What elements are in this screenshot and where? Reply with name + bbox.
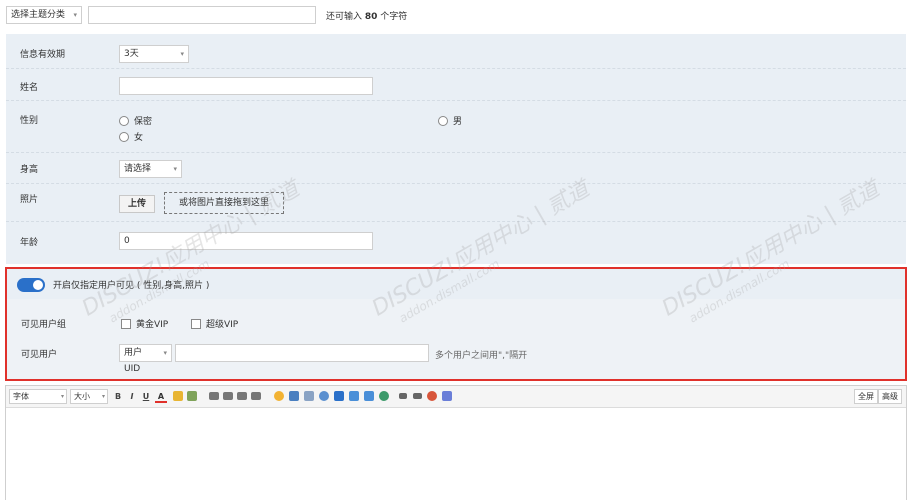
gender-option-female[interactable]: 女 xyxy=(119,130,143,143)
size-select-label: 大小 xyxy=(74,392,90,401)
group-label: 黄金VIP xyxy=(136,320,169,330)
gender-option-secret[interactable]: 保密 xyxy=(119,114,152,127)
italic-button[interactable]: I xyxy=(126,390,138,403)
chevron-down-icon: ▾ xyxy=(60,393,64,400)
users-input[interactable] xyxy=(175,344,429,362)
chevron-down-icon: ▾ xyxy=(73,11,77,19)
gender-option-label: 女 xyxy=(134,133,144,143)
validity-label: 信息有效期 xyxy=(20,50,66,60)
chevron-down-icon: ▾ xyxy=(173,165,177,173)
rich-text-editor: 字体 ▾ 大小 ▾ B I U A 全屏 高级 xyxy=(5,385,907,500)
size-select[interactable]: 大小 ▾ xyxy=(70,389,108,404)
code-icon[interactable] xyxy=(413,393,422,399)
photo-row: 照片 上传 或将图片直接拖到这里 xyxy=(6,184,906,222)
category-select[interactable]: 选择主题分类 ▾ xyxy=(6,6,82,24)
radio-icon xyxy=(438,115,448,126)
visibility-header: 开启仅指定用户可见 ( 性别,身高,照片 ) xyxy=(7,269,905,299)
font-select[interactable]: 字体 ▾ xyxy=(9,389,67,404)
age-label: 年龄 xyxy=(20,238,39,248)
photo-dropzone[interactable]: 或将图片直接拖到这里 xyxy=(164,192,284,214)
name-input[interactable] xyxy=(119,77,373,95)
hide-content-icon[interactable] xyxy=(427,391,437,401)
emoji-icon[interactable] xyxy=(274,391,284,401)
char-count-hint: 还可输入 80 个字符 xyxy=(326,9,407,22)
visibility-panel: 开启仅指定用户可见 ( 性别,身高,照片 ) 可见用户组 黄金VIP 超级VIP… xyxy=(5,267,907,381)
highlight-icon[interactable] xyxy=(173,391,183,401)
name-label: 姓名 xyxy=(20,83,39,93)
title-input[interactable] xyxy=(88,6,316,24)
advanced-button[interactable]: 高级 xyxy=(878,389,902,404)
currency-icon[interactable] xyxy=(334,391,344,401)
link-icon[interactable] xyxy=(187,391,197,401)
user-type-value: 用户UID xyxy=(124,348,143,374)
users-label: 可见用户 xyxy=(21,350,58,360)
group-gold-vip-checkbox[interactable]: 黄金VIP xyxy=(121,317,168,330)
attachment-icon[interactable] xyxy=(304,391,314,401)
user-type-select[interactable]: 用户UID ▾ xyxy=(119,344,172,374)
align-left-icon[interactable] xyxy=(209,392,219,400)
name-row: 姓名 xyxy=(6,69,906,101)
chevron-down-icon: ▾ xyxy=(101,393,105,400)
align-right-icon[interactable] xyxy=(237,392,247,400)
quote-icon[interactable] xyxy=(399,393,407,399)
radio-icon xyxy=(119,115,129,126)
form-panel: 信息有效期 3天 ▾ 姓名 性别 保密 男 女 身高 请选择 ▾ 照片 上传 或… xyxy=(6,34,906,264)
underline-button[interactable]: U xyxy=(140,390,152,403)
age-row: 年龄 0 xyxy=(6,222,906,264)
age-input[interactable]: 0 xyxy=(119,232,373,250)
char-count: 80 xyxy=(364,12,378,22)
align-center-icon[interactable] xyxy=(223,392,233,400)
height-row: 身高 请选择 ▾ xyxy=(6,153,906,184)
gender-option-label: 男 xyxy=(453,117,463,127)
chevron-down-icon: ▾ xyxy=(163,349,167,357)
group-super-vip-checkbox[interactable]: 超级VIP xyxy=(191,317,238,330)
height-select[interactable]: 请选择 ▾ xyxy=(119,160,182,178)
validity-select[interactable]: 3天 ▾ xyxy=(119,45,189,63)
topic-row: 选择主题分类 ▾ 还可输入 80 个字符 xyxy=(6,6,906,24)
char-hint-suffix: 个字符 xyxy=(380,12,408,22)
align-justify-icon[interactable] xyxy=(251,392,261,400)
chevron-down-icon: ▾ xyxy=(180,50,184,58)
validity-row: 信息有效期 3天 ▾ xyxy=(6,34,906,69)
font-color-button[interactable]: A xyxy=(155,390,167,403)
bold-button[interactable]: B xyxy=(112,390,124,403)
fullscreen-button[interactable]: 全屏 xyxy=(854,389,878,404)
gender-option-male[interactable]: 男 xyxy=(438,114,462,127)
user-groups-label: 可见用户组 xyxy=(21,320,67,330)
editor-toolbar: 字体 ▾ 大小 ▾ B I U A 全屏 高级 xyxy=(6,386,906,408)
table-icon[interactable] xyxy=(364,391,374,401)
gender-label: 性别 xyxy=(20,116,39,126)
editor-content-area[interactable] xyxy=(6,408,906,500)
char-hint-prefix: 还可输入 xyxy=(326,12,363,22)
visibility-body: 可见用户组 黄金VIP 超级VIP 可见用户 用户UID ▾ 多个用户之间用",… xyxy=(7,299,905,379)
radio-icon xyxy=(119,131,129,142)
toggle-knob xyxy=(33,280,43,290)
height-value: 请选择 xyxy=(124,164,152,174)
media-icon[interactable] xyxy=(349,391,359,401)
upload-button[interactable]: 上传 xyxy=(119,195,156,213)
free-text-icon[interactable] xyxy=(442,391,452,401)
users-hint: 多个用户之间用","隔开 xyxy=(435,351,528,361)
group-label: 超级VIP xyxy=(206,320,239,330)
download-icon[interactable] xyxy=(379,391,389,401)
height-label: 身高 xyxy=(20,165,39,175)
photo-label: 照片 xyxy=(20,195,39,205)
category-select-label: 选择主题分类 xyxy=(11,10,66,20)
checkbox-icon xyxy=(191,318,201,329)
gender-option-label: 保密 xyxy=(134,117,153,127)
font-select-label: 字体 xyxy=(13,392,29,401)
visibility-toggle[interactable] xyxy=(17,278,45,292)
mention-icon[interactable] xyxy=(319,391,329,401)
gender-row: 性别 保密 男 女 xyxy=(6,101,906,153)
checkbox-icon xyxy=(121,318,131,329)
image-icon[interactable] xyxy=(289,391,299,401)
validity-value: 3天 xyxy=(124,49,139,59)
visibility-toggle-label: 开启仅指定用户可见 ( 性别,身高,照片 ) xyxy=(53,281,210,291)
